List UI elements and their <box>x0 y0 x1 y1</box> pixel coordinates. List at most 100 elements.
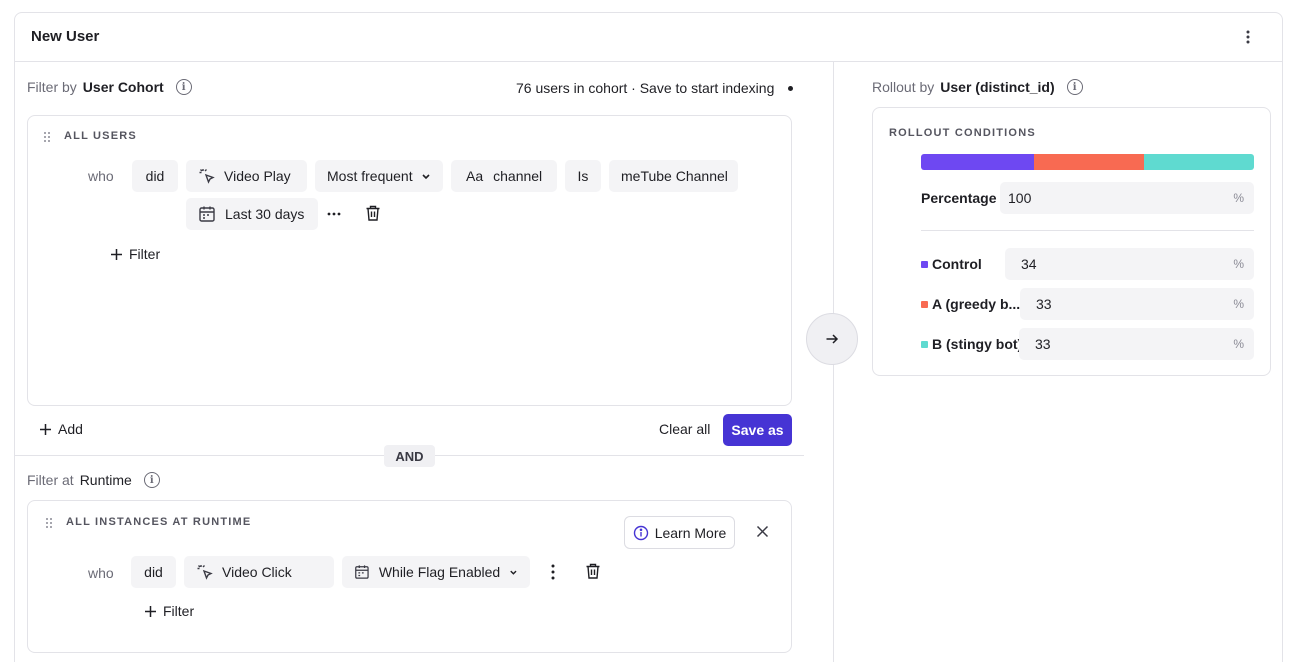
variant-input-control[interactable]: 34 % <box>1005 248 1254 280</box>
variant-segment-control <box>921 154 1035 170</box>
add-button[interactable]: Add <box>39 421 83 437</box>
info-icon <box>633 525 648 540</box>
variant-segment-a <box>1034 154 1145 170</box>
event-name: Video Click <box>222 564 292 580</box>
clear-all-label: Clear all <box>659 421 711 437</box>
aggregation-label: Most frequent <box>327 168 413 184</box>
variant-name: A (greedy b... <box>932 296 1021 312</box>
cohort-filter-type[interactable]: User Cohort <box>83 79 164 95</box>
percentage-label: Percentage <box>921 190 997 206</box>
operator-dropdown[interactable]: Is <box>565 160 601 192</box>
date-range-picker[interactable]: Last 30 days <box>186 198 318 230</box>
add-filter-button[interactable]: Filter <box>144 603 194 619</box>
event-selector[interactable]: Video Click <box>184 556 334 588</box>
operator-label: Is <box>577 168 589 184</box>
and-pill: AND <box>384 445 435 467</box>
info-icon[interactable]: i <box>143 472 160 488</box>
section-title: ROLLOUT CONDITIONS <box>889 127 1036 139</box>
status-dot-icon <box>788 85 794 91</box>
did-label: did <box>144 564 163 580</box>
property-name: channel <box>493 168 543 184</box>
plus-icon <box>40 423 51 435</box>
variant-color-swatch <box>921 340 928 348</box>
add-filter-label: Filter <box>163 603 195 619</box>
rollout-type[interactable]: User (distinct_id) <box>940 79 1054 95</box>
add-label: Add <box>58 421 83 437</box>
more-vertical-icon[interactable] <box>1238 27 1258 47</box>
more-vertical-icon[interactable] <box>546 564 560 580</box>
drag-grip-icon[interactable] <box>43 131 51 143</box>
save-as-button[interactable]: Save as <box>723 414 792 446</box>
variant-input-a[interactable]: 33 % <box>1020 288 1254 320</box>
add-filter-label: Filter <box>129 246 161 262</box>
arrow-right-icon <box>826 334 839 344</box>
trash-icon[interactable] <box>584 562 602 583</box>
variant-color-swatch <box>921 260 928 268</box>
section-title: ALL INSTANCES AT RUNTIME <box>66 516 252 528</box>
rollout-prefix: Rollout by <box>872 79 935 95</box>
drag-grip-icon[interactable] <box>45 517 53 529</box>
clear-all-button[interactable]: Clear all <box>659 421 710 437</box>
percentage-input[interactable]: 100 % <box>1000 182 1254 214</box>
who-label: who <box>88 565 114 581</box>
rollout-heading: Rollout by User (distinct_id) i <box>872 79 1083 95</box>
did-dropdown[interactable]: did <box>131 556 176 588</box>
calendar-icon <box>199 206 215 222</box>
section-title: ALL USERS <box>64 130 137 142</box>
variant-input-b[interactable]: 33 % <box>1019 328 1254 360</box>
percent-symbol: % <box>1233 297 1244 311</box>
cohort-status-text: 76 users in cohort · Save to start index… <box>516 80 775 96</box>
runtime-filter-prefix: Filter at <box>27 472 74 488</box>
event-name: Video Play <box>224 168 291 184</box>
rollout-divider <box>921 230 1254 231</box>
cohort-filter-heading: Filter by User Cohort i <box>27 79 192 95</box>
card-title: New User <box>31 28 100 45</box>
percentage-value: 100 <box>1008 190 1032 206</box>
window-dropdown[interactable]: While Flag Enabled <box>342 556 530 588</box>
card-header: New User <box>15 13 1282 62</box>
cursor-click-icon <box>199 169 215 184</box>
date-range-label: Last 30 days <box>225 206 305 222</box>
variant-name: B (stingy bot) <box>932 336 1023 352</box>
calendar-icon <box>355 565 369 579</box>
save-as-label: Save as <box>731 422 784 438</box>
info-icon[interactable]: i <box>175 79 192 95</box>
value-label: meTube Channel <box>621 168 728 184</box>
plus-icon <box>111 248 122 260</box>
variant-segment-b <box>1144 154 1254 170</box>
arrow-right-button[interactable] <box>806 313 858 365</box>
did-label: did <box>145 168 165 184</box>
window-label: While Flag Enabled <box>378 564 501 580</box>
cohort-status: 76 users in cohort · Save to start index… <box>516 80 794 96</box>
cursor-click-icon <box>197 565 213 580</box>
aggregation-dropdown[interactable]: Most frequent <box>315 160 443 192</box>
variant-label-b: B (stingy bot) <box>921 336 1022 352</box>
who-label: who <box>88 168 114 184</box>
runtime-filter-heading: Filter at Runtime i <box>27 472 160 488</box>
cohort-filter-prefix: Filter by <box>27 79 77 95</box>
info-icon[interactable]: i <box>1066 79 1083 95</box>
learn-more-label: Learn More <box>654 524 727 541</box>
variant-value: 33 <box>1035 336 1051 352</box>
more-horizontal-icon[interactable] <box>324 207 344 221</box>
value-input[interactable]: meTube Channel <box>609 160 738 192</box>
chevron-down-icon <box>422 174 430 180</box>
variant-label-a: A (greedy b... <box>921 296 1020 312</box>
variant-value: 34 <box>1021 256 1037 272</box>
percent-symbol: % <box>1233 257 1244 271</box>
add-filter-button[interactable]: Filter <box>110 246 160 262</box>
plus-icon <box>145 605 156 617</box>
variant-value: 33 <box>1036 296 1052 312</box>
variant-color-swatch <box>921 300 928 308</box>
event-selector[interactable]: Video Play <box>186 160 307 192</box>
variant-distribution-bar <box>921 154 1254 170</box>
close-icon[interactable] <box>756 525 769 541</box>
learn-more-button[interactable]: Learn More <box>624 516 735 549</box>
runtime-filter-type: Runtime <box>79 472 132 488</box>
trash-icon[interactable] <box>364 204 382 225</box>
percent-symbol: % <box>1233 337 1244 351</box>
did-dropdown[interactable]: did <box>132 160 178 192</box>
chevron-down-icon <box>510 570 517 575</box>
property-selector[interactable]: Aa channel <box>451 160 557 192</box>
text-property-icon: Aa <box>466 168 484 184</box>
